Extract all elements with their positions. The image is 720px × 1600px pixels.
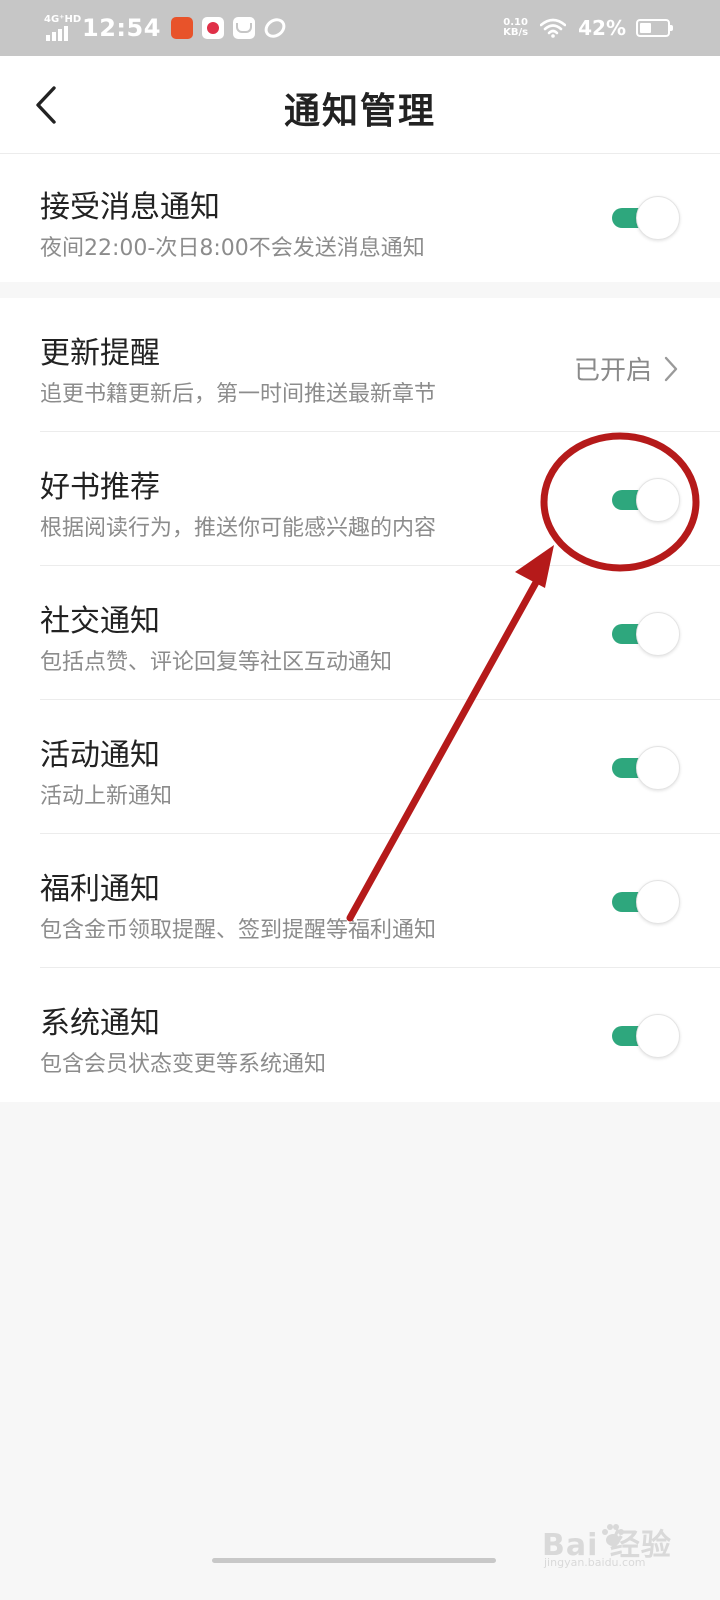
news-app-icon [170,17,193,39]
activity-notification-row: 活动通知 活动上新通知 [0,700,720,834]
browser-app-icon [264,17,286,39]
row-subtitle: 活动上新通知 [40,784,173,809]
page-title: 通知管理 [283,91,436,132]
row-title: 系统通知 [40,1006,160,1041]
wifi-icon [540,18,567,38]
toggle-knob [636,478,680,522]
book-recommend-toggle[interactable] [608,478,680,522]
row-title: 社交通知 [40,604,160,639]
receive-notification-toggle[interactable] [608,196,680,240]
system-notification-row: 系统通知 包含会员状态变更等系统通知 [0,968,720,1102]
network-type: 4G⁺HD [44,14,82,25]
row-subtitle: 根据阅读行为，推送你可能感兴趣的内容 [40,516,437,541]
message-settings-section: 接受消息通知 夜间22:00-次日8:00不会发送消息通知 [0,154,720,282]
mail-app-icon [232,17,255,39]
row-subtitle: 包含会员状态变更等系统通知 [40,1052,327,1077]
toggle-knob [636,612,680,656]
row-subtitle: 包括点赞、评论回复等社区互动通知 [40,650,393,675]
activity-notification-toggle[interactable] [608,746,680,790]
toggle-knob [636,880,680,924]
row-title: 福利通知 [40,872,160,907]
receive-notification-row: 接受消息通知 夜间22:00-次日8:00不会发送消息通知 [0,154,720,282]
toggle-knob [636,196,680,240]
update-reminder-row[interactable]: 更新提醒 追更书籍更新后，第一时间推送最新章节 已开启 [0,298,720,432]
system-notification-toggle[interactable] [608,1014,680,1058]
speed-unit: KB/s [503,27,529,38]
row-title: 更新提醒 [40,336,160,371]
nav-bar: 通知管理 [0,56,720,154]
paw-icon [602,1524,624,1546]
welfare-notification-toggle[interactable] [608,880,680,924]
shopping-app-icon [201,17,224,39]
chevron-right-icon [664,356,678,381]
watermark-url: jingyan.baidu.com [544,1556,646,1569]
signal-icon: 4G⁺HD [44,15,81,41]
battery-icon [636,19,673,37]
welfare-notification-row: 福利通知 包含金币领取提醒、签到提醒等福利通知 [0,834,720,968]
row-subtitle: 夜间22:00-次日8:00不会发送消息通知 [40,236,425,261]
network-speed: 0.10 KB/s [503,18,528,38]
social-notification-toggle[interactable] [608,612,680,656]
battery-percent: 42% [578,16,626,40]
row-subtitle: 包含金币领取提醒、签到提醒等福利通知 [40,918,437,943]
status-text: 已开启 [573,356,652,386]
book-recommend-row: 好书推荐 根据阅读行为，推送你可能感兴趣的内容 [0,432,720,566]
row-subtitle: 追更书籍更新后，第一时间推送最新章节 [40,382,437,407]
row-title: 接受消息通知 [40,190,220,225]
clock: 12:54 [82,14,161,42]
row-title: 好书推荐 [40,470,160,505]
update-reminder-status[interactable]: 已开启 [574,350,678,387]
row-title: 活动通知 [40,738,160,773]
baidu-watermark: Bai 经验 jingyan.baidu.com [540,1518,690,1569]
toggle-knob [636,746,680,790]
toggle-knob [636,1014,680,1058]
social-notification-row: 社交通知 包括点赞、评论回复等社区互动通知 [0,566,720,700]
home-indicator[interactable] [212,1558,496,1563]
notification-types-section: 更新提醒 追更书籍更新后，第一时间推送最新章节 已开启 好书推荐 根据阅读行为，… [0,298,720,1102]
status-bar: 4G⁺HD 12:54 0.10 KB/s 42% [0,0,720,56]
